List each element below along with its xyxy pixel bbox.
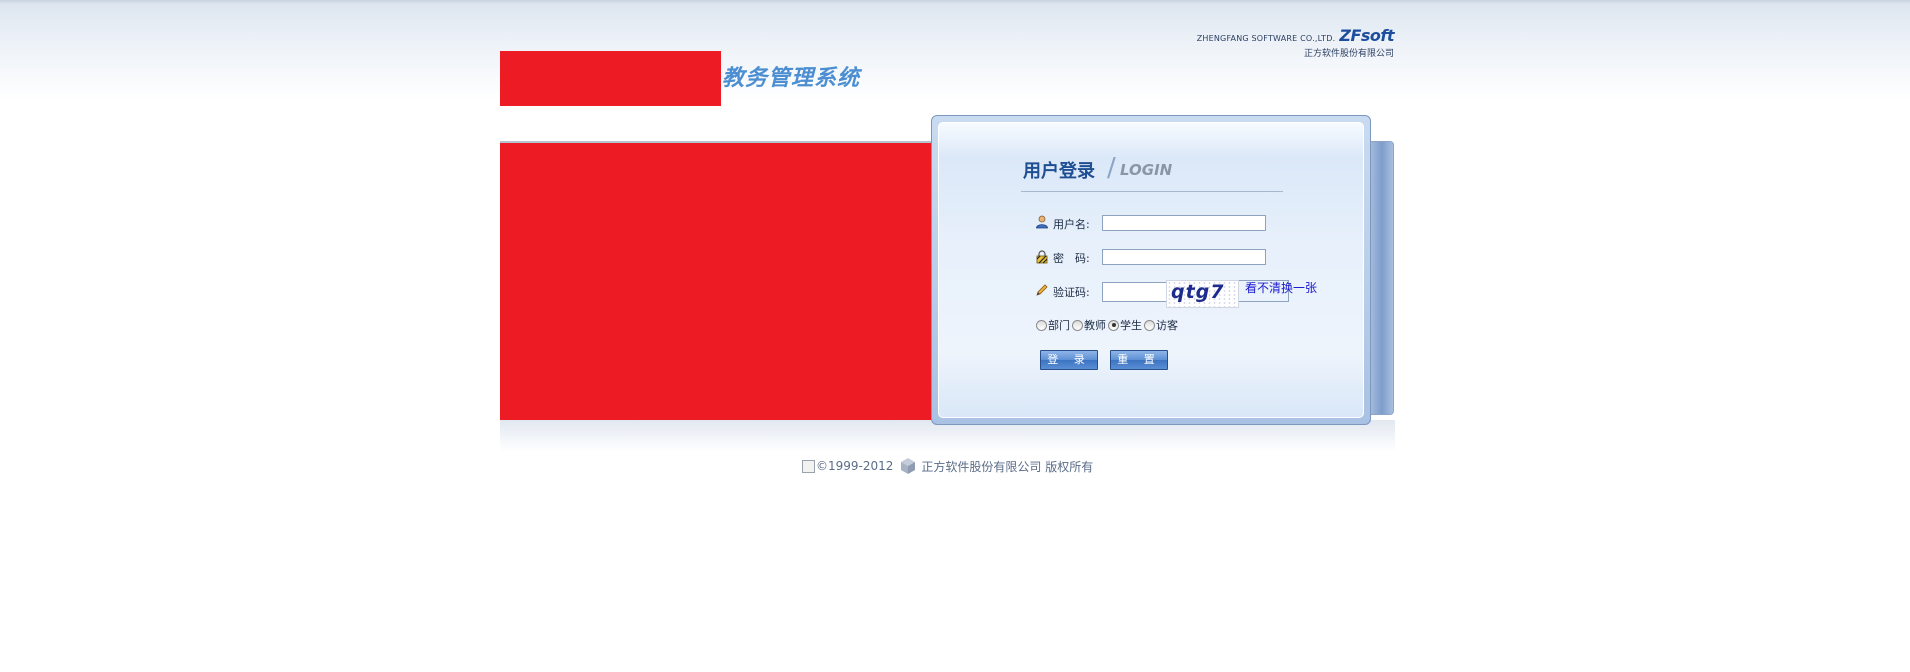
- login-button[interactable]: 登 录: [1040, 350, 1098, 370]
- password-input[interactable]: [1102, 249, 1266, 265]
- company-brand: ZHENGFANG SOFTWARE CO.,LTD. ZFsoft 正方软件股…: [1196, 26, 1395, 59]
- footer-company: 正方软件股份有限公司 版权所有: [921, 459, 1094, 474]
- refresh-captcha-link[interactable]: 看不清换一张: [1245, 279, 1317, 296]
- captcha-input[interactable]: [1102, 282, 1168, 302]
- banner-image-redacted: [500, 143, 933, 420]
- header-background: [0, 0, 1910, 100]
- reset-button[interactable]: 重 置: [1110, 350, 1168, 370]
- captcha-image-text: qtg7: [1171, 281, 1225, 303]
- pencil-icon: [1036, 284, 1048, 296]
- footer-copyright: ©1999-2012: [816, 459, 894, 473]
- school-logo-redacted: [500, 51, 721, 106]
- username-input[interactable]: [1102, 215, 1266, 231]
- role-option-teacher[interactable]: 教师: [1072, 317, 1106, 333]
- username-label: 用户名:: [1053, 218, 1090, 231]
- radio-student[interactable]: [1108, 319, 1119, 331]
- login-title-en: LOGIN: [1120, 161, 1173, 179]
- zfsoft-logo: ZFsoft: [1339, 26, 1394, 45]
- role-option-student[interactable]: 学生: [1108, 317, 1142, 333]
- role-radio-group: 部门 教师 学生 访客: [1036, 317, 1180, 333]
- user-icon: [1036, 215, 1048, 229]
- login-title-separator: /: [1107, 153, 1116, 183]
- radio-department[interactable]: [1036, 319, 1047, 331]
- captcha-image[interactable]: qtg7: [1166, 280, 1239, 308]
- system-title: 教务管理系统: [722, 66, 861, 91]
- zfsoft-logo-icon: [901, 458, 916, 474]
- login-title: 用户登录: [1023, 161, 1095, 182]
- radio-visitor[interactable]: [1144, 319, 1155, 331]
- captcha-label: 验证码:: [1053, 286, 1090, 299]
- login-divider: [1021, 191, 1283, 192]
- role-option-visitor[interactable]: 访客: [1144, 317, 1178, 333]
- role-option-department[interactable]: 部门: [1036, 317, 1070, 333]
- login-page: ZHENGFANG SOFTWARE CO.,LTD. ZFsoft 正方软件股…: [0, 0, 1910, 672]
- company-name-cn: 正方软件股份有限公司: [1303, 49, 1394, 59]
- lock-icon: [1036, 250, 1048, 264]
- radio-teacher[interactable]: [1072, 319, 1083, 331]
- password-label: 密 码:: [1053, 252, 1090, 265]
- footer: ©1999-2012 正方软件股份有限公司 版权所有: [802, 457, 1093, 475]
- company-name-en: ZHENGFANG SOFTWARE CO.,LTD.: [1196, 34, 1336, 43]
- broken-image-icon: [802, 459, 815, 473]
